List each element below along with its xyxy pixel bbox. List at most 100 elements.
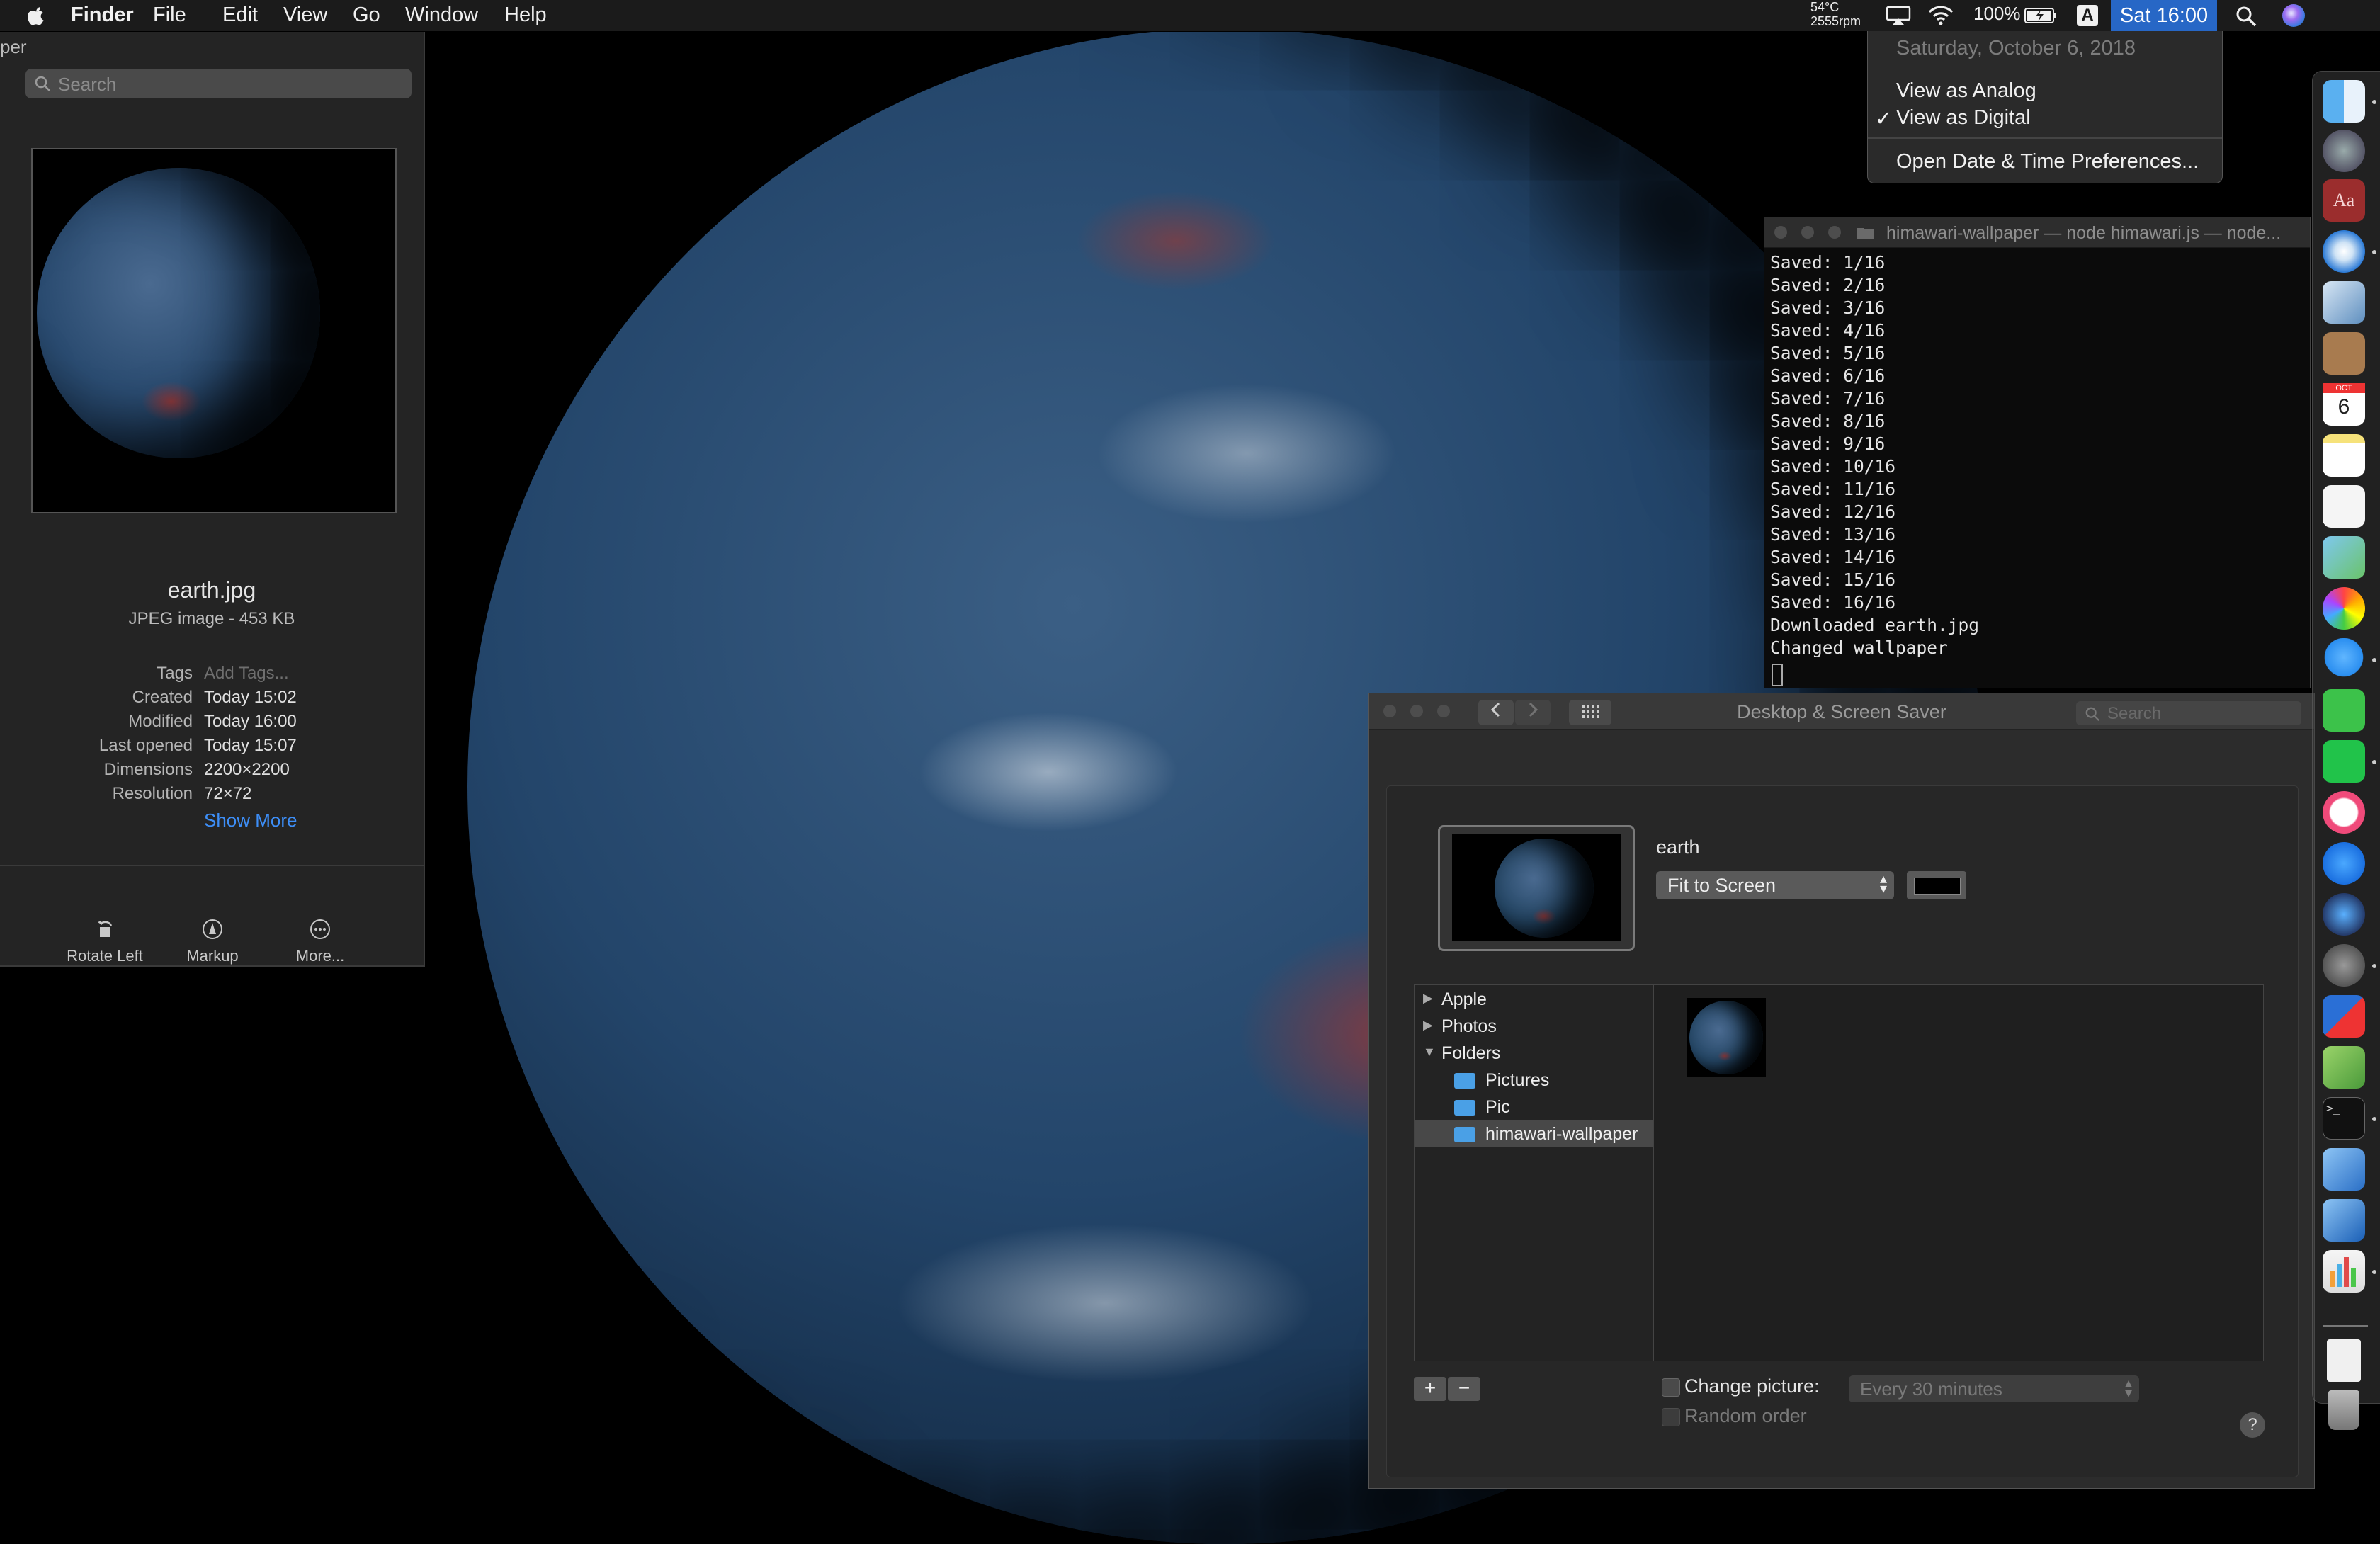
meta-value-created: Today 15:02	[204, 688, 297, 707]
menu-help[interactable]: Help	[504, 4, 547, 27]
close-button[interactable]	[1774, 226, 1787, 239]
instruments-dock-icon[interactable]	[2323, 1199, 2365, 1242]
temperature-readout[interactable]: 54°C	[1810, 1, 1839, 14]
xcode-dock-icon[interactable]	[2323, 1148, 2365, 1191]
source-item-folders[interactable]: ▼ Folders	[1415, 1039, 1654, 1066]
change-picture-checkbox[interactable]	[1662, 1378, 1680, 1397]
contacts-dock-icon[interactable]	[2323, 332, 2365, 375]
battery-icon[interactable]	[2024, 7, 2057, 24]
terminal-line: Downloaded earth.jpg	[1770, 615, 1980, 635]
menu-bar: Finder File Edit View Go Window Help 54°…	[0, 0, 2380, 32]
mail-dock-icon[interactable]	[2323, 281, 2365, 324]
search-input[interactable]: Search	[26, 69, 412, 98]
line-dock-icon[interactable]	[2323, 740, 2365, 783]
documents-stack-dock-icon[interactable]	[2327, 1339, 2361, 1382]
folder-icon	[1857, 228, 1874, 239]
markup-button[interactable]: Markup	[163, 919, 262, 965]
parallels-dock-icon[interactable]	[2323, 995, 2365, 1038]
show-more-link[interactable]: Show More	[204, 810, 298, 831]
window-toolbar[interactable]: Desktop & Screen Saver Search	[1369, 693, 2314, 730]
disclosure-triangle-icon[interactable]: ▶	[1423, 1018, 1433, 1033]
change-interval-select[interactable]: Every 30 minutes ▴ ▾	[1849, 1375, 2139, 1402]
terminal-line: Saved: 5/16	[1770, 343, 1886, 363]
more-button[interactable]: More...	[271, 919, 370, 965]
reminders-dock-icon[interactable]	[2323, 485, 2365, 528]
more-icon	[310, 919, 330, 939]
notes-dock-icon[interactable]	[2323, 434, 2365, 477]
earth-preview	[1495, 839, 1594, 938]
rotate-left-button[interactable]: Rotate Left	[55, 919, 154, 965]
calendar-dock-icon[interactable]: OCT 6	[2323, 383, 2365, 426]
terminal-cursor	[1772, 664, 1783, 686]
add-folder-button[interactable]: +	[1414, 1377, 1446, 1401]
chart-app-dock-icon[interactable]	[2323, 1250, 2365, 1293]
fit-mode-select[interactable]: Fit to Screen ▴ ▾	[1656, 871, 1894, 899]
numbers-script-dock-icon[interactable]	[2323, 1046, 2365, 1089]
messages-dock-icon[interactable]	[2323, 638, 2365, 681]
disclosure-triangle-icon[interactable]: ▶	[1423, 991, 1433, 1006]
photos-dock-icon[interactable]	[2323, 587, 2365, 630]
random-order-checkbox[interactable]	[1662, 1408, 1680, 1426]
source-label: himawari-wallpaper	[1485, 1124, 1638, 1144]
terminal-title-bar[interactable]: himawari-wallpaper — node himawari.js — …	[1764, 217, 2310, 248]
quicktime-dock-icon[interactable]	[2323, 893, 2365, 936]
select-arrows-icon: ▴ ▾	[1879, 871, 1887, 897]
input-source-icon[interactable]: A	[2077, 5, 2098, 26]
dictionary-dock-icon[interactable]: Aa	[2323, 179, 2365, 222]
spotlight-search-icon[interactable]	[2236, 6, 2257, 27]
menu-view[interactable]: View	[283, 4, 327, 27]
change-picture-label[interactable]: Change picture:	[1684, 1375, 1820, 1397]
background-color-well[interactable]	[1907, 871, 1966, 899]
source-item-himawari-wallpaper[interactable]: himawari-wallpaper	[1415, 1120, 1654, 1147]
meta-label-resolution: Resolution	[112, 784, 193, 803]
file-kind: JPEG image - 453 KB	[128, 609, 295, 628]
menu-edit[interactable]: Edit	[222, 4, 258, 27]
remove-folder-button[interactable]: −	[1448, 1377, 1480, 1401]
battery-percent[interactable]: 100%	[1973, 3, 2021, 25]
itunes-dock-icon[interactable]	[2323, 791, 2365, 834]
help-button[interactable]: ?	[2240, 1412, 2265, 1438]
random-order-label[interactable]: Random order	[1684, 1405, 1807, 1427]
terminal-line: Saved: 7/16	[1770, 388, 1886, 409]
menu-file[interactable]: File	[153, 4, 186, 27]
terminal-window[interactable]: himawari-wallpaper — node himawari.js — …	[1764, 217, 2311, 688]
finder-dock-icon[interactable]	[2323, 80, 2365, 123]
terminal-dock-icon[interactable]: >_	[2323, 1097, 2365, 1140]
menu-app-finder[interactable]: Finder	[71, 4, 134, 27]
menu-window[interactable]: Window	[405, 4, 478, 27]
system-preferences-dock-icon[interactable]	[2323, 944, 2365, 987]
meta-value-modified: Today 16:00	[204, 712, 297, 731]
wifi-icon[interactable]	[1927, 4, 1955, 25]
airplay-icon[interactable]	[1886, 6, 1911, 25]
open-date-time-preferences-item[interactable]: Open Date & Time Preferences...	[1896, 150, 2199, 174]
view-as-analog-item[interactable]: View as Analog	[1896, 79, 2036, 103]
fan-speed-readout[interactable]: 2555rpm	[1810, 15, 1861, 28]
source-item-apple[interactable]: ▶ Apple	[1415, 985, 1654, 1012]
earth-thumbnail-image	[37, 168, 320, 458]
preferences-search-input[interactable]: Search	[2076, 701, 2301, 725]
maps-dock-icon[interactable]	[2323, 536, 2365, 579]
trash-dock-icon[interactable]	[2328, 1390, 2359, 1430]
source-item-pictures[interactable]: Pictures	[1415, 1066, 1654, 1093]
menubar-clock[interactable]: Sat 16:00	[2111, 0, 2217, 31]
wallpaper-thumbnail[interactable]	[1687, 998, 1766, 1077]
view-as-digital-item[interactable]: View as Digital	[1896, 106, 2031, 130]
add-tags-field[interactable]: Add Tags...	[204, 664, 289, 683]
source-item-photos[interactable]: ▶ Photos	[1415, 1012, 1654, 1039]
facetime-dock-icon[interactable]	[2323, 689, 2365, 732]
app-store-dock-icon[interactable]	[2323, 842, 2365, 885]
apple-icon[interactable]	[27, 4, 47, 27]
meta-label-last-opened: Last opened	[98, 736, 193, 755]
disclosure-triangle-open-icon[interactable]: ▼	[1423, 1045, 1436, 1060]
file-preview-thumbnail[interactable]	[31, 148, 397, 513]
running-indicator	[2372, 760, 2376, 764]
meta-value-dimensions: 2200×2200	[204, 760, 290, 779]
menu-go[interactable]: Go	[353, 4, 380, 27]
siri-icon[interactable]	[2282, 4, 2305, 27]
minimize-button[interactable]	[1801, 226, 1814, 239]
zoom-button[interactable]	[1828, 226, 1841, 239]
source-item-pic[interactable]: Pic	[1415, 1093, 1654, 1120]
launchpad-dock-icon[interactable]	[2323, 130, 2365, 172]
checkmark-icon: ✓	[1875, 108, 1893, 130]
safari-dock-icon[interactable]	[2323, 230, 2365, 273]
